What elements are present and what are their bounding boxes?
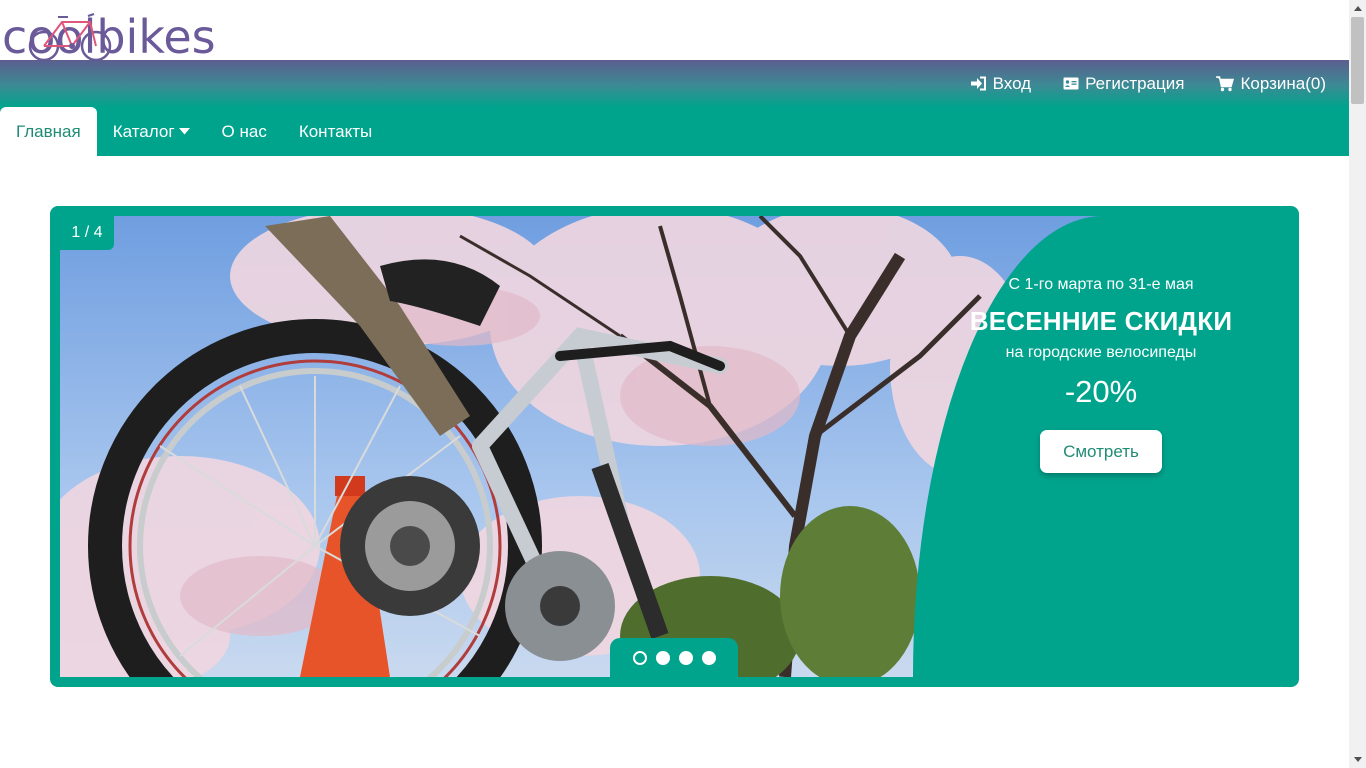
slide[interactable]: С 1-го марта по 31-е мая ВЕСЕННИЕ СКИДКИ…	[60, 216, 1289, 677]
scroll-up-arrow-icon	[1353, 6, 1362, 11]
bicycle-logo-icon	[28, 13, 112, 62]
scroll-down-button[interactable]	[1349, 751, 1366, 768]
scroll-up-button[interactable]	[1349, 0, 1366, 17]
nav-item-contacts[interactable]: Контакты	[283, 107, 388, 156]
promo-title: ВЕСЕННИЕ СКИДКИ	[969, 306, 1233, 336]
nav-item-label: Контакты	[298, 121, 373, 141]
scroll-thumb[interactable]	[1351, 17, 1364, 104]
login-label: Вход	[992, 73, 1032, 93]
sign-in-icon	[970, 76, 986, 91]
nav-item-home[interactable]: Главная	[0, 107, 97, 156]
promo-discount: -20%	[1064, 374, 1138, 409]
site-logo[interactable]: coolbikes	[0, 6, 270, 62]
shopping-cart-icon	[1216, 75, 1235, 91]
main-nav: Главная Каталог О нас Контакты	[0, 107, 1349, 156]
slide-dot-3[interactable]	[678, 651, 693, 665]
view-button[interactable]: Смотреть	[1040, 430, 1162, 473]
id-card-icon	[1063, 77, 1079, 90]
slide-dot-1[interactable]	[632, 651, 647, 665]
vertical-scrollbar[interactable]	[1349, 0, 1366, 768]
scroll-down-arrow-icon	[1353, 757, 1362, 762]
slide-dot-2[interactable]	[655, 651, 670, 665]
top-bar: Вход Регистрация Корзина(0)	[0, 60, 1349, 107]
hero-slider: С 1-го марта по 31-е мая ВЕСЕННИЕ СКИДКИ…	[50, 206, 1299, 687]
cart-label: Корзина(0)	[1240, 73, 1326, 93]
promo-block: С 1-го марта по 31-е мая ВЕСЕННИЕ СКИДКИ…	[970, 216, 1232, 677]
user-nav: Вход Регистрация Корзина(0)	[970, 60, 1326, 107]
promo-pretitle: С 1-го марта по 31-е мая	[1008, 276, 1194, 293]
nav-item-label: Каталог	[112, 121, 175, 141]
nav-item-label: Главная	[16, 121, 81, 141]
slide-counter: 1 / 4	[60, 216, 114, 250]
caret-down-icon	[178, 128, 190, 135]
nav-item-label: О нас	[221, 121, 267, 141]
nav-item-catalog[interactable]: Каталог	[97, 107, 206, 156]
slider-pagination	[610, 638, 738, 678]
register-label: Регистрация	[1085, 73, 1185, 93]
cart-link[interactable]: Корзина(0)	[1216, 74, 1326, 94]
nav-item-about[interactable]: О нас	[206, 107, 283, 156]
promo-subtitle: на городские велосипеды	[1005, 344, 1197, 361]
register-link[interactable]: Регистрация	[1063, 74, 1184, 94]
login-link[interactable]: Вход	[970, 73, 1032, 94]
slide-dot-4[interactable]	[701, 651, 716, 665]
